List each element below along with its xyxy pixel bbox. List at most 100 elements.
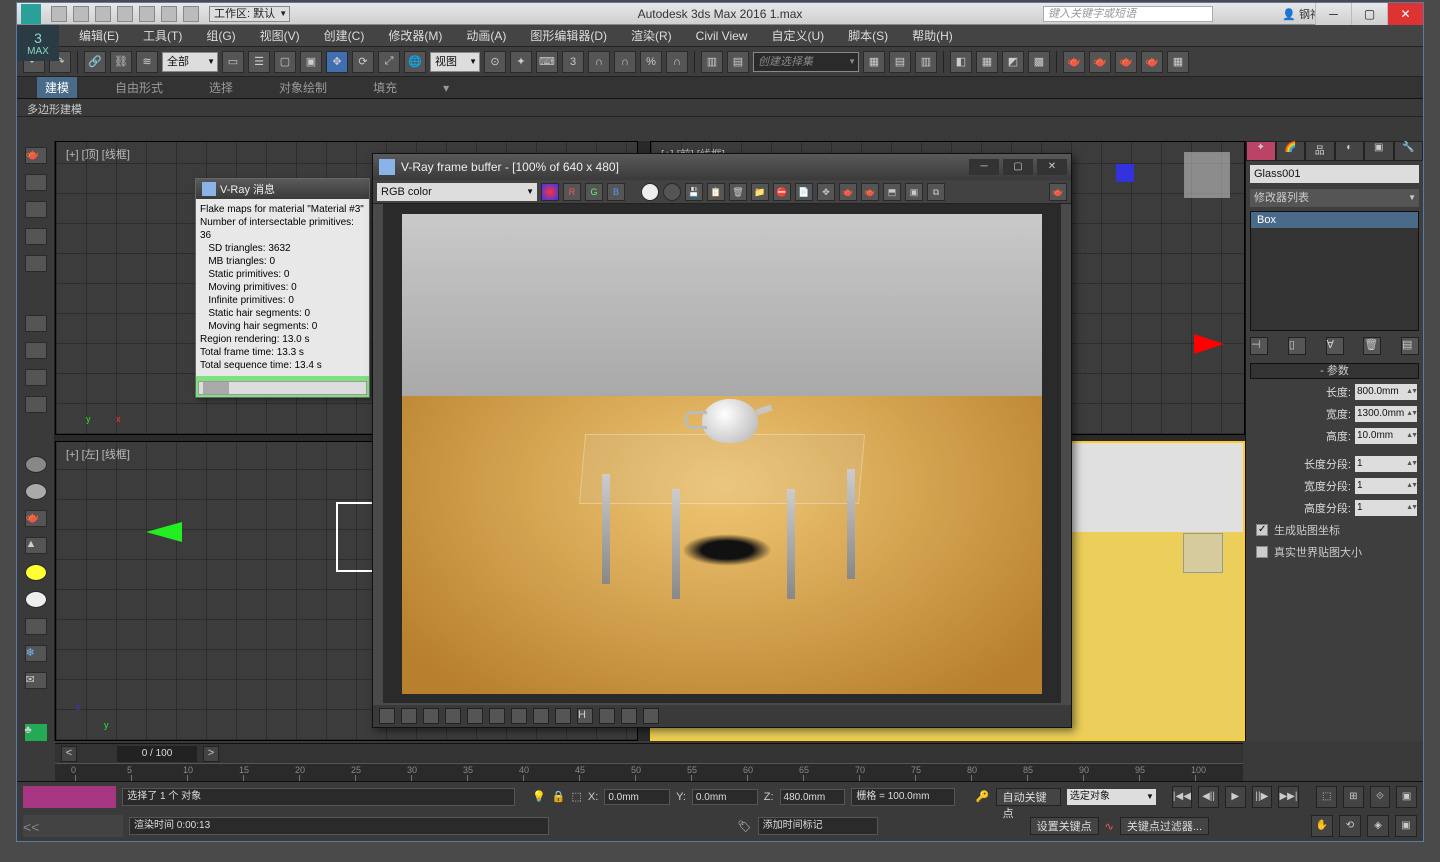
left-tool-camera1-icon[interactable] [25, 315, 47, 332]
next-frame-button[interactable]: ||▶ [1252, 786, 1273, 808]
tab-modeling[interactable]: 建模 [37, 77, 77, 98]
set-key-button[interactable]: 设置关键点 [1030, 817, 1099, 835]
maxscript-mini-listener[interactable] [23, 786, 116, 808]
wseg-spinner[interactable]: 1 [1355, 478, 1417, 494]
angle-snap-icon[interactable]: ∩ [588, 51, 610, 73]
select-object-icon[interactable]: ▭ [222, 51, 244, 73]
tab-populate[interactable]: 填充 [365, 79, 405, 96]
qat-undo-icon[interactable] [117, 6, 133, 22]
vfb-compare-icon[interactable] [533, 708, 549, 724]
bind-space-warp-icon[interactable]: ≋ [136, 51, 158, 73]
lock-sel-icon[interactable]: 🔒 [552, 790, 566, 803]
vfb-cc-icon[interactable] [379, 708, 395, 724]
spinner-snap-icon[interactable]: % [640, 51, 662, 73]
hseg-spinner[interactable]: 1 [1355, 500, 1417, 516]
nav-walk-icon[interactable]: ◈ [1367, 815, 1389, 837]
render-last-icon[interactable]: 🫖 [1141, 51, 1163, 73]
minimize-button[interactable]: ─ [1315, 3, 1351, 25]
height-spinner[interactable]: 10.0mm [1355, 428, 1417, 444]
viewport-label-top[interactable]: [+] [顶] [线框] [66, 146, 130, 162]
left-tool-3-icon[interactable] [25, 228, 47, 245]
vfb-lens-icon[interactable] [555, 708, 571, 724]
cmd-tab-hierarchy-icon[interactable]: 品 [1305, 141, 1335, 161]
prompt-toggle-icon[interactable]: << [23, 819, 39, 835]
qat-redo-icon[interactable] [139, 6, 155, 22]
menu-create[interactable]: 创建(C) [312, 25, 377, 47]
vfb-h-icon[interactable]: H [577, 708, 593, 724]
timeline-next-button[interactable]: > [203, 746, 219, 762]
menu-edit[interactable]: 编辑(E) [67, 25, 131, 47]
vfb-pixel-icon[interactable] [489, 708, 505, 724]
stack-configure-icon[interactable]: ▤ [1401, 337, 1419, 355]
left-tool-teapot-icon[interactable]: 🫖 [25, 147, 47, 164]
add-time-tag[interactable]: 添加时间标记 [758, 817, 878, 835]
nav-fov-icon[interactable]: ⟐ [1370, 786, 1391, 808]
qat-open-icon[interactable] [73, 6, 89, 22]
menu-customize[interactable]: 自定义(U) [759, 25, 836, 47]
y-spinner[interactable]: 0.0mm [692, 789, 758, 805]
layer-explorer-icon[interactable]: ▦ [863, 51, 885, 73]
vfb-clear-icon[interactable]: 🗑 [729, 183, 747, 201]
render-setup-icon[interactable]: ◩ [1002, 51, 1024, 73]
vray-frame-buffer-window[interactable]: V-Ray frame buffer - [100% of 640 x 480]… [372, 153, 1072, 728]
stack-pin-icon[interactable]: ⊣ [1250, 337, 1268, 355]
menu-maxscript[interactable]: 脚本(S) [836, 25, 900, 47]
menu-animation[interactable]: 动画(A) [454, 25, 518, 47]
menu-rendering[interactable]: 渲染(R) [619, 25, 684, 47]
schematic-view-icon[interactable]: ◧ [950, 51, 972, 73]
vfb-rgb-icon[interactable] [541, 183, 559, 201]
vfb-render-icon[interactable]: 🫖 [861, 183, 879, 201]
left-tool-teapot2-icon[interactable]: 🫖 [25, 510, 47, 527]
vfb-red-channel-button[interactable]: R [563, 183, 581, 201]
left-tool-sun-icon[interactable] [25, 564, 47, 581]
nav-zoom-icon[interactable]: ⬚ [1316, 786, 1337, 808]
left-tool-moon-icon[interactable] [25, 591, 47, 608]
qat-project-icon[interactable] [183, 6, 199, 22]
modifier-stack[interactable]: Box [1250, 211, 1419, 331]
percent-snap-icon[interactable]: ∩ [614, 51, 636, 73]
vfb-vignette-icon[interactable] [621, 708, 637, 724]
vfb-close-button[interactable]: ✕ [1037, 159, 1067, 175]
frame-display[interactable]: 0 / 100 [117, 746, 197, 762]
key-filter-combo[interactable]: 选定对象 [1067, 789, 1156, 805]
left-tool-sphere2-icon[interactable] [25, 483, 47, 500]
key-mode-icon[interactable]: 🔑 [976, 790, 990, 803]
manipulate-icon[interactable]: ✦ [510, 51, 532, 73]
named-selection-sets-combo[interactable]: 创建选择集 [753, 52, 859, 72]
viewcube[interactable] [1184, 152, 1230, 198]
time-ruler[interactable]: 0510152025303540455055606570758085909510… [55, 763, 1243, 781]
menu-group[interactable]: 组(G) [194, 25, 247, 47]
vfb-maximize-button[interactable]: ▢ [1003, 159, 1033, 175]
vray-messages-window[interactable]: V-Ray 消息 Flake maps for material "Materi… [195, 178, 370, 398]
prev-frame-button[interactable]: ◀|| [1198, 786, 1219, 808]
goto-end-button[interactable]: ▶▶| [1278, 786, 1299, 808]
left-tool-env-icon[interactable]: ✉ [25, 672, 47, 689]
vfb-mono-icon[interactable] [641, 183, 659, 201]
left-tool-camera4-icon[interactable] [25, 396, 47, 413]
link-icon[interactable]: 🔗 [84, 51, 106, 73]
menu-graph-editors[interactable]: 图形编辑器(D) [518, 25, 619, 47]
vfb-region-icon[interactable]: 🫖 [839, 183, 857, 201]
vfb-info-icon[interactable] [423, 708, 439, 724]
use-pivot-center-icon[interactable]: ⊙ [484, 51, 506, 73]
vfb-copy-icon[interactable]: 📄 [795, 183, 813, 201]
menu-views[interactable]: 视图(V) [248, 25, 312, 47]
viewcube-persp[interactable] [1183, 533, 1223, 573]
unlink-icon[interactable]: ⛓ [110, 51, 132, 73]
menu-tools[interactable]: 工具(T) [131, 25, 194, 47]
vmsg-titlebar[interactable]: V-Ray 消息 [196, 179, 369, 199]
vfb-folder-icon[interactable]: 📁 [751, 183, 769, 201]
cmd-tab-utilities-icon[interactable]: 🔧 [1394, 141, 1424, 161]
key-curve-icon[interactable]: ∿ [1105, 820, 1114, 833]
maximize-button[interactable]: ▢ [1351, 3, 1387, 25]
vfb-track-mouse-icon[interactable]: ✥ [817, 183, 835, 201]
left-tool-camera3-icon[interactable] [25, 369, 47, 386]
select-and-move-icon[interactable]: ✥ [326, 51, 348, 73]
rendered-frame-icon[interactable]: ▩ [1028, 51, 1050, 73]
cmd-tab-display-icon[interactable]: ▣ [1364, 141, 1394, 161]
left-tool-snow-icon[interactable]: ❄ [25, 645, 47, 662]
object-name-input[interactable]: Glass001 [1250, 165, 1419, 183]
auto-key-button[interactable]: 自动关键点 [996, 788, 1061, 806]
vfb-blue-channel-button[interactable]: B [607, 183, 625, 201]
left-tool-grid-icon[interactable] [25, 618, 47, 635]
